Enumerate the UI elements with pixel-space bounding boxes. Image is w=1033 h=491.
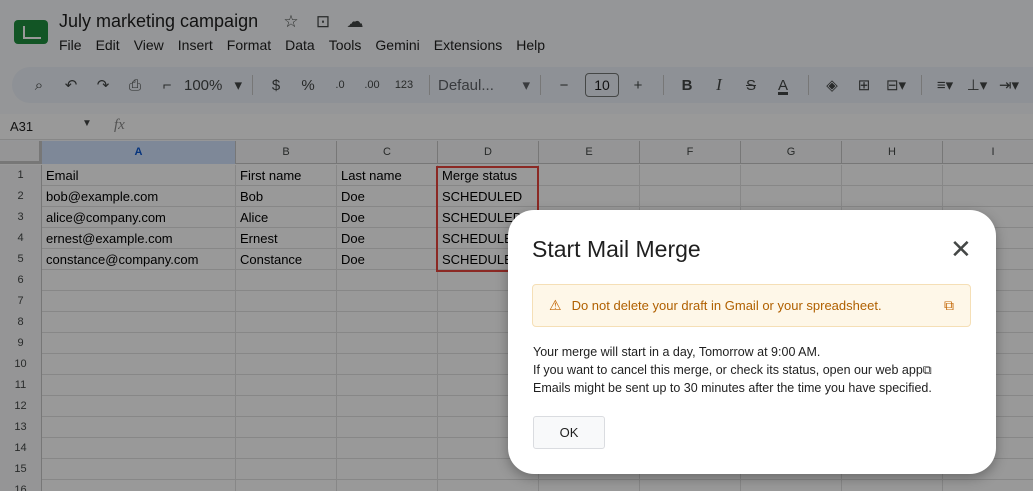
dialog-body: Your merge will start in a day, Tomorrow… [533,343,932,397]
ok-button[interactable]: OK [533,416,605,449]
body-line-3: Emails might be sent up to 30 minutes af… [533,381,932,395]
warning-banner: ⚠ Do not delete your draft in Gmail or y… [532,284,971,327]
mail-merge-dialog: Start Mail Merge ✕ ⚠ Do not delete your … [508,210,996,474]
open-external-icon[interactable]: ⧉ [944,297,954,314]
body-line-2-text[interactable]: If you want to cancel this merge, or che… [533,363,923,377]
warning-icon: ⚠ [549,297,562,313]
warning-text: Do not delete your draft in Gmail or you… [571,298,882,313]
body-line-2: If you want to cancel this merge, or che… [533,361,932,379]
close-icon[interactable]: ✕ [950,236,972,262]
open-external-icon[interactable]: ⧉ [923,363,932,377]
body-line-1: Your merge will start in a day, Tomorrow… [533,345,821,359]
dialog-title: Start Mail Merge [532,236,701,262]
